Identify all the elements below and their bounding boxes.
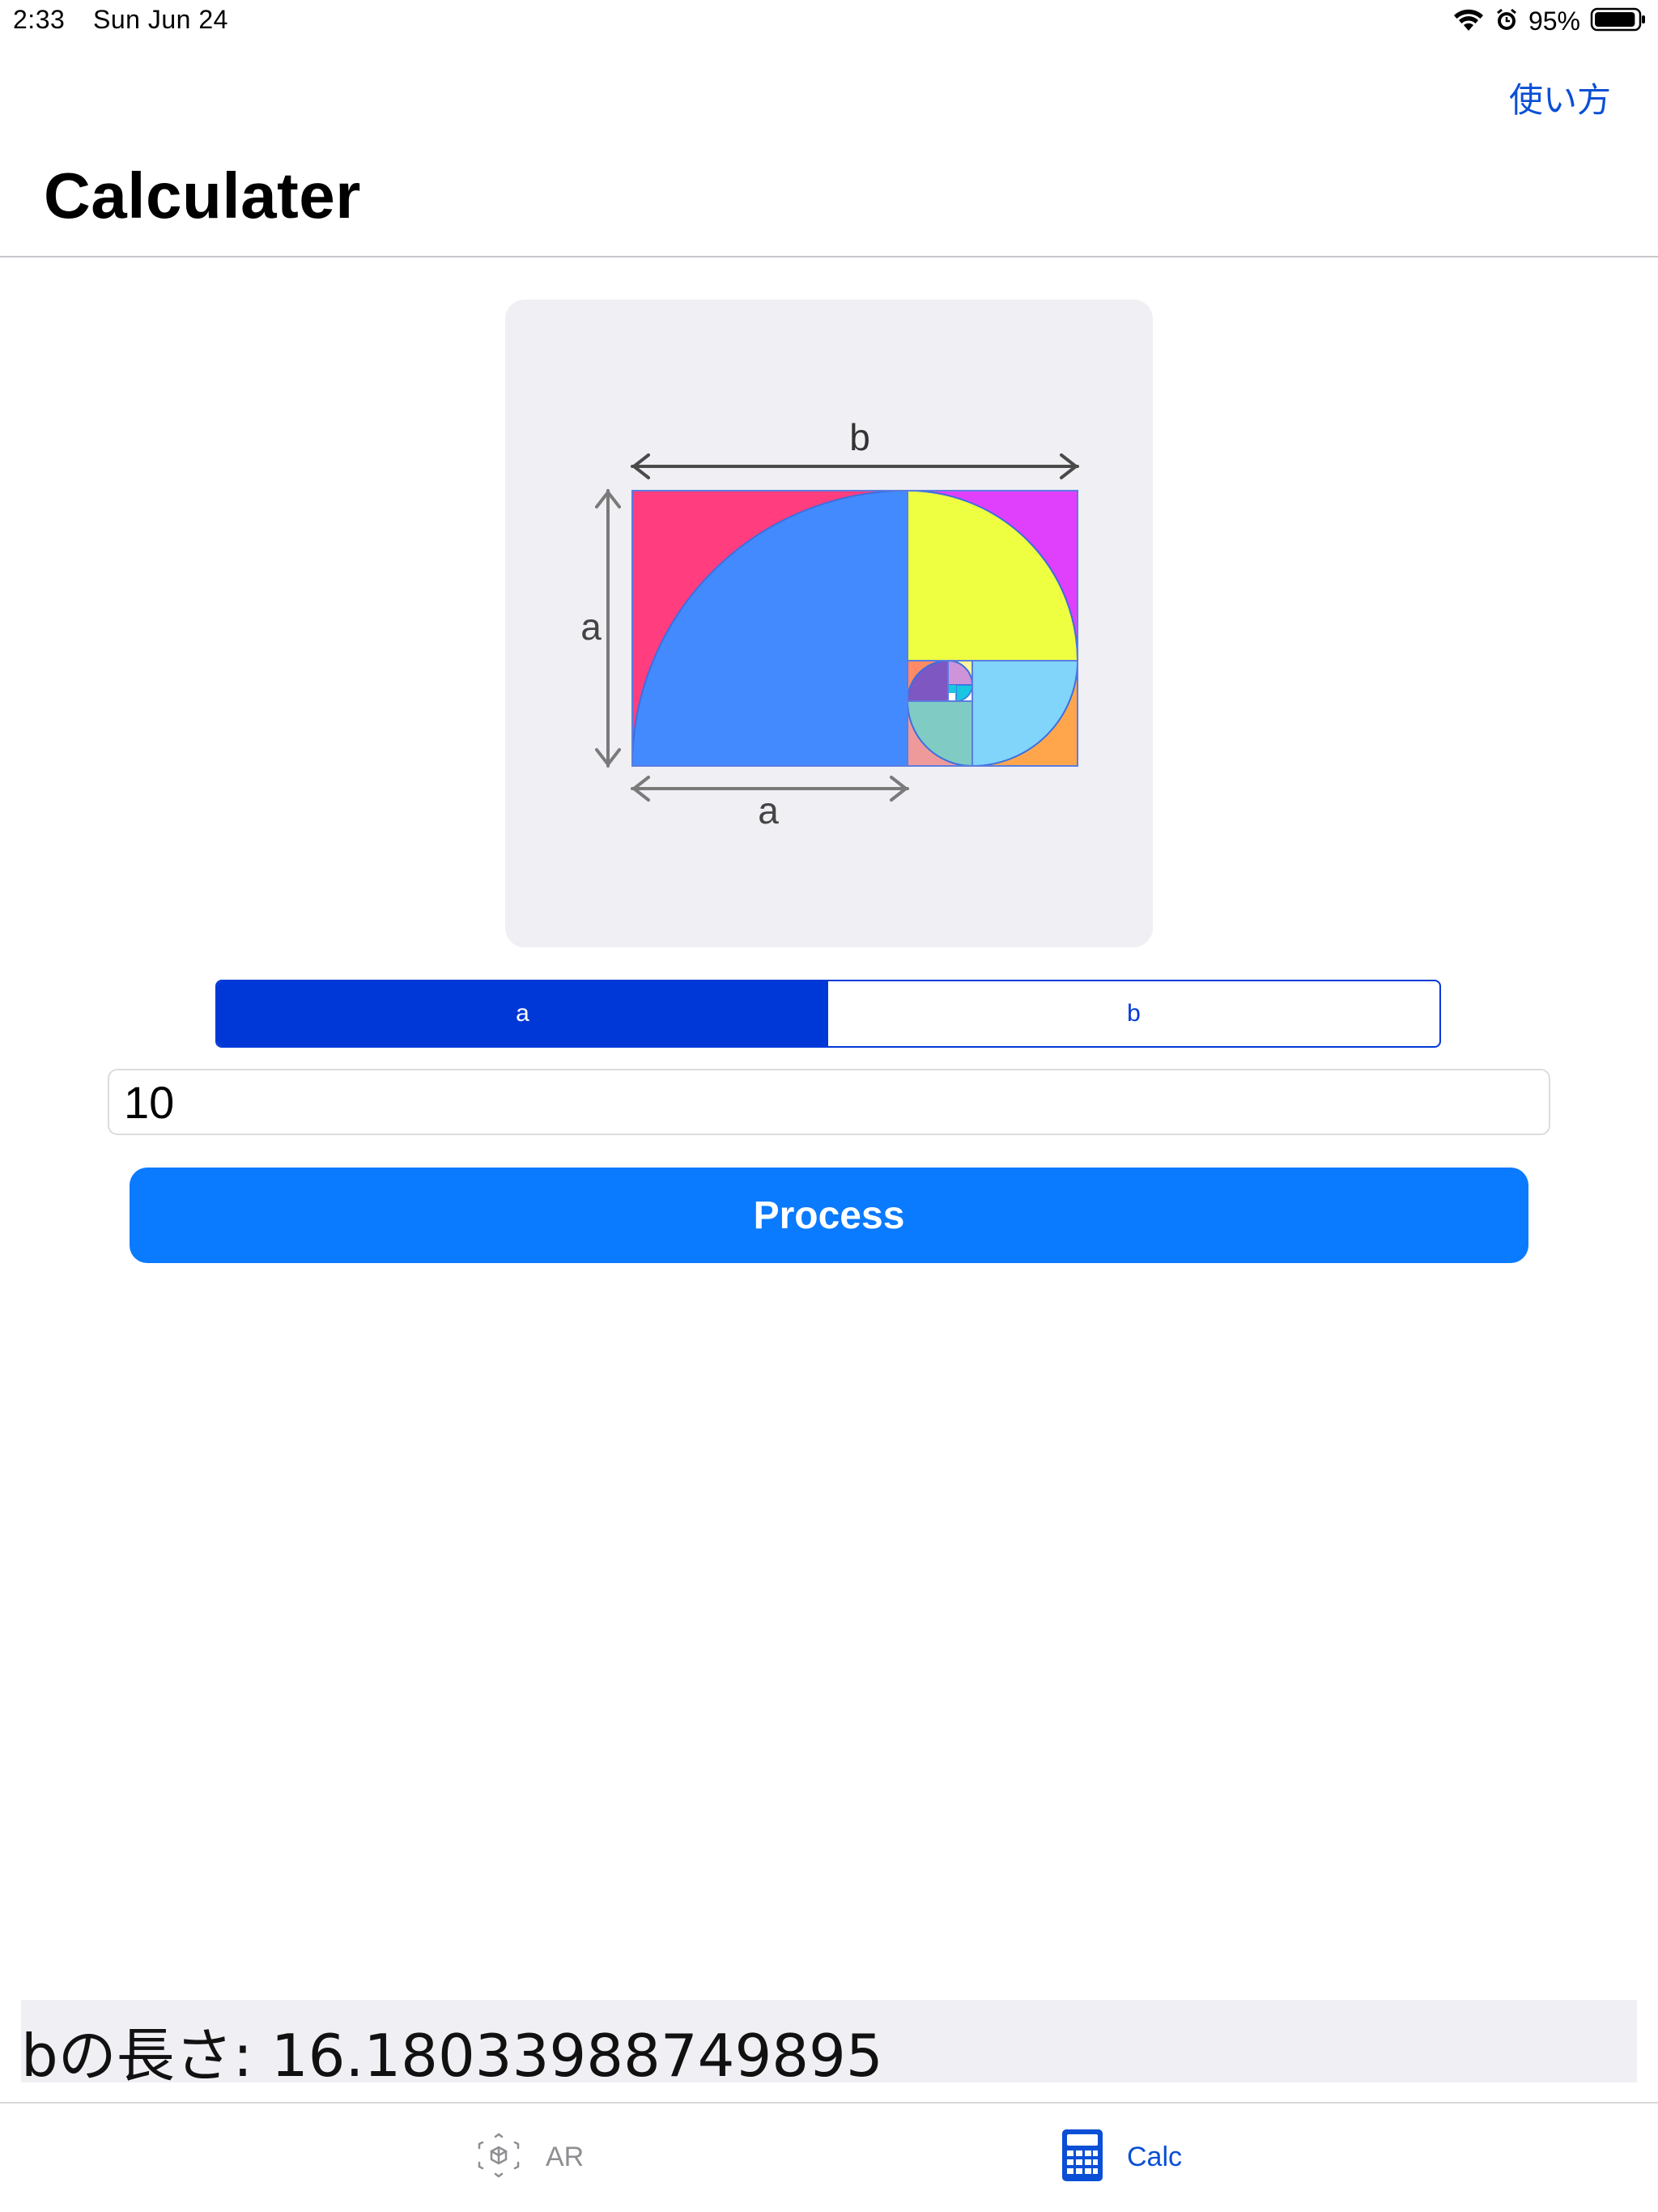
process-button[interactable]: Process [130,1168,1528,1263]
label-a-side: a [580,606,602,648]
label-a-bottom: a [758,789,779,832]
battery-percent: 95% [1528,6,1580,36]
page-title: Calculater [44,160,361,232]
calculator-icon [1062,2129,1103,2185]
wifi-icon [1452,6,1485,36]
golden-ratio-diagram: b a a [505,300,1153,947]
label-b: b [849,416,870,458]
golden-rectangle-illustration: b a a [580,416,1079,832]
tab-calc[interactable]: Calc [1062,2126,1182,2188]
arrow-b [631,453,1079,479]
golden-rectangle [631,489,1079,768]
status-indicators: 95% [1452,3,1647,39]
ar-cube-icon [476,2131,521,2184]
result-bar: bの長さ: 16.18033988749895 [21,2000,1637,2090]
status-date: Sun Jun 24 [93,5,228,34]
segment-b[interactable]: b [828,981,1439,1046]
tab-bar: AR Calc [0,2104,1658,2212]
battery-icon [1590,6,1647,37]
tab-ar[interactable]: AR [476,2126,584,2188]
length-input[interactable] [108,1069,1550,1135]
result-text: bの長さ: 16.18033988749895 [21,2022,883,2090]
nav-divider [0,256,1658,257]
tab-calc-label: Calc [1127,2141,1183,2172]
status-time: 2:33 [13,5,66,34]
segment-a[interactable]: a [217,981,828,1046]
segmented-control: a b [215,980,1441,1048]
status-bar: 2:33 Sun Jun 24 95% [0,0,1658,44]
help-button[interactable]: 使い方 [1509,73,1611,122]
tab-ar-label: AR [546,2141,585,2172]
alarm-icon [1494,6,1519,36]
